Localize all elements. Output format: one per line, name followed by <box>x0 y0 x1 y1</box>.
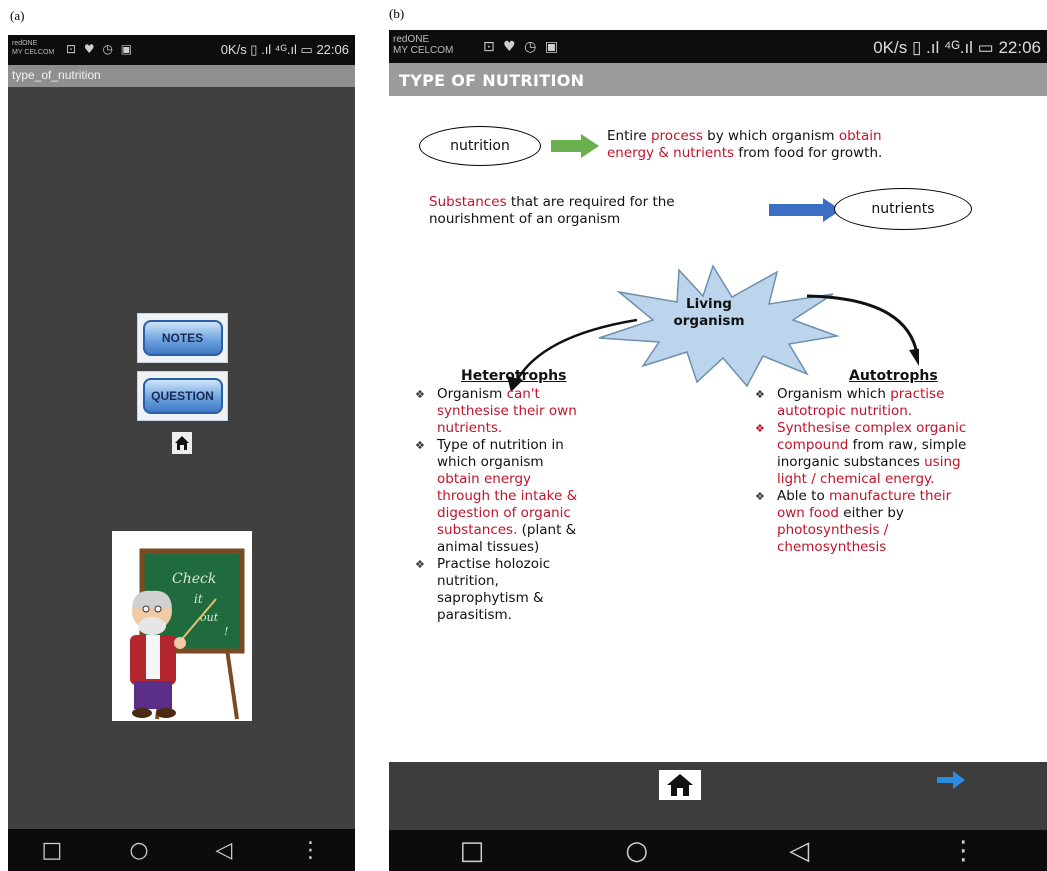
nav-menu-button[interactable]: ⋮ <box>299 838 321 863</box>
nutrients-term: nutrients <box>871 201 935 217</box>
phone-screen-b: redONE MY CELCOM ⊡ ♥ ◷ ▣ 0K/s ▯ .ıl ⁴ᴳ.ı… <box>389 30 1047 871</box>
nutrients-definition: Substances that are required for the nou… <box>429 194 675 227</box>
page-title: TYPE OF NUTRITION <box>399 71 585 90</box>
carrier-name: redONE MY CELCOM <box>12 40 55 56</box>
panel-label-a: (a) <box>10 8 25 23</box>
svg-text:it: it <box>194 592 203 606</box>
heterotrophs-title: Heterotrophs <box>461 368 567 384</box>
living-organism-label: Living organism <box>673 296 745 329</box>
list-item: Able to manufacture their own food eithe… <box>753 488 1043 556</box>
list-item: Organism which practise autotropic nutri… <box>753 386 1043 420</box>
nutrition-definition: Entire process by which organism obtain … <box>607 128 883 161</box>
notes-button-label: NOTES <box>142 320 223 356</box>
status-indicators: 0K/s ▯ .ıl ⁴ᴳ.ıl ▭ 22:06 <box>220 42 349 57</box>
nutrients-oval: nutrients <box>834 188 972 230</box>
phone-screen-a: redONE MY CELCOM ⊡ ♥ ◷ ▣ 0K/s ▯ .ıl ⁴ᴳ.ı… <box>8 35 355 871</box>
list-item: Practise holozoic nutrition, saprophytis… <box>413 556 653 624</box>
system-nav-bar: □ ○ ◁ ⋮ <box>8 829 355 871</box>
arrow-right-icon <box>937 771 965 789</box>
carrier-name: redONE MY CELCOM <box>393 34 454 56</box>
nav-menu-button[interactable]: ⋮ <box>950 836 976 866</box>
nav-home-button[interactable]: ○ <box>129 838 148 863</box>
notification-icons: ⊡ ♥ ◷ ▣ <box>483 39 561 55</box>
autotrophs-list: Organism which practise autotropic nutri… <box>753 386 1043 556</box>
next-button[interactable] <box>937 770 965 790</box>
app-title-bar: type_of_nutrition <box>8 65 355 87</box>
nav-recent-button[interactable]: □ <box>42 838 63 863</box>
board-text: Check <box>172 571 216 587</box>
arrow-right-blue-icon <box>769 198 841 222</box>
home-icon <box>175 436 189 450</box>
list-item: Synthesise complex organic compound from… <box>753 420 1043 488</box>
teacher-illustration: Check it out ! <box>112 531 252 721</box>
nutrition-term: nutrition <box>450 138 510 154</box>
question-button[interactable]: QUESTION <box>137 371 228 421</box>
home-icon <box>667 774 693 796</box>
home-button[interactable] <box>172 432 192 454</box>
status-indicators: 0K/s ▯ .ıl ⁴ᴳ.ıl ▭ 22:06 <box>873 38 1041 57</box>
panel-label-b: (b) <box>389 6 405 21</box>
svg-text:!: ! <box>224 625 228 638</box>
nav-back-button[interactable]: ◁ <box>216 838 233 863</box>
nav-recent-button[interactable]: □ <box>460 836 485 866</box>
arrow-right-green-icon <box>551 134 599 158</box>
question-button-label: QUESTION <box>142 378 223 414</box>
home-button[interactable] <box>659 770 701 800</box>
notification-icons: ⊡ ♥ ◷ ▣ <box>66 42 135 56</box>
notes-button[interactable]: NOTES <box>137 313 228 363</box>
autotrophs-title: Autotrophs <box>849 368 938 384</box>
page-title: type_of_nutrition <box>12 68 101 82</box>
heterotrophs-list: Organism can't synthesise their own nutr… <box>413 386 653 624</box>
nutrition-oval: nutrition <box>419 126 541 166</box>
list-item: Organism can't synthesise their own nutr… <box>413 386 653 437</box>
status-bar: redONE MY CELCOM ⊡ ♥ ◷ ▣ 0K/s ▯ .ıl ⁴ᴳ.ı… <box>8 35 355 65</box>
svg-text:out: out <box>200 611 219 624</box>
status-bar: redONE MY CELCOM ⊡ ♥ ◷ ▣ 0K/s ▯ .ıl ⁴ᴳ.ı… <box>389 30 1047 63</box>
system-nav-bar: □ ○ ◁ ⋮ <box>389 830 1047 871</box>
app-title-bar: TYPE OF NUTRITION <box>389 63 1047 96</box>
list-item: Type of nutrition in which organism obta… <box>413 437 653 556</box>
nav-back-button[interactable]: ◁ <box>789 836 809 866</box>
nav-home-button[interactable]: ○ <box>625 836 648 866</box>
